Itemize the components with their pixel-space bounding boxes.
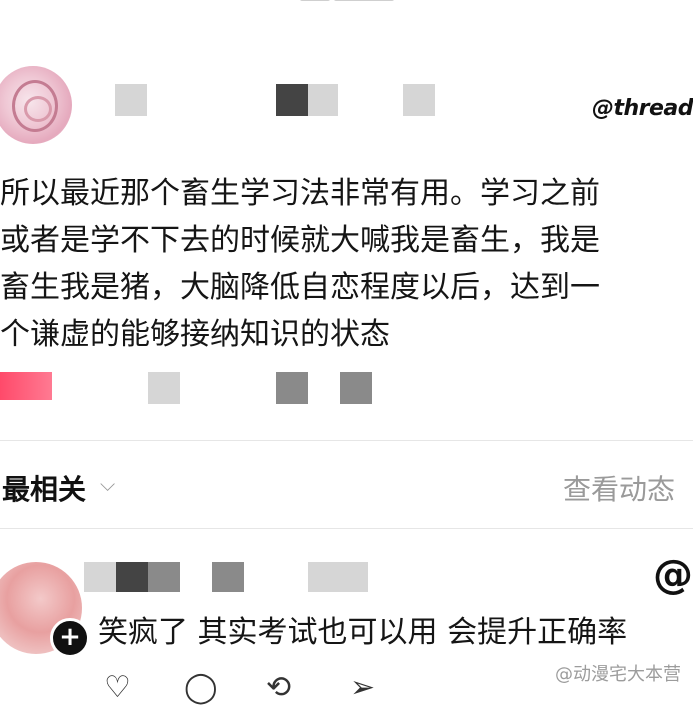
- at-icon: @: [653, 552, 693, 598]
- heart-icon[interactable]: ♡: [104, 670, 131, 705]
- username-blur: [403, 84, 435, 116]
- author-avatar[interactable]: [0, 66, 72, 144]
- post-line: 所以最近那个畜生学习法非常有用。学习之前: [0, 176, 600, 211]
- username-blur: [308, 84, 338, 116]
- post-line: 个谦虚的能够接纳知识的状态: [0, 317, 390, 352]
- sort-most-relevant[interactable]: 最相关: [2, 468, 86, 508]
- comment-icon[interactable]: ◯: [184, 670, 218, 705]
- username-blur: [308, 562, 368, 592]
- view-activity-link[interactable]: 查看动态: [563, 468, 675, 508]
- post-line: 或者是学不下去的时候就大喊我是畜生，我是: [0, 223, 600, 258]
- repost-icon[interactable]: ⟲: [266, 670, 291, 705]
- username-blur: [84, 562, 116, 592]
- cropped-header-remnant: [300, 0, 420, 8]
- divider: [0, 440, 693, 441]
- chevron-down-icon[interactable]: ⌵: [100, 472, 115, 496]
- username-blur: [212, 562, 244, 592]
- threads-logo: @thread: [591, 96, 693, 121]
- username-blur: [276, 84, 308, 116]
- username-blur: [116, 562, 148, 592]
- post-line: 畜生我是猪，大脑降低自恋程度以后，达到一: [0, 270, 600, 305]
- username-blur: [115, 84, 147, 116]
- post-body: 所以最近那个畜生学习法非常有用。学习之前 或者是学不下去的时候就大喊我是畜生，我…: [0, 170, 690, 358]
- weibo-watermark: @动漫宅大本营: [555, 664, 681, 685]
- blurred-content: [148, 372, 180, 404]
- send-icon[interactable]: ➢: [350, 670, 375, 705]
- comment-text: 笑疯了 其实考试也可以用 会提升正确率: [98, 615, 628, 650]
- blurred-content: [340, 372, 372, 404]
- blurred-banner: [0, 372, 52, 400]
- username-blur: [148, 562, 180, 592]
- blurred-content: [276, 372, 308, 404]
- follow-plus-icon[interactable]: +: [50, 618, 90, 658]
- divider: [0, 528, 693, 529]
